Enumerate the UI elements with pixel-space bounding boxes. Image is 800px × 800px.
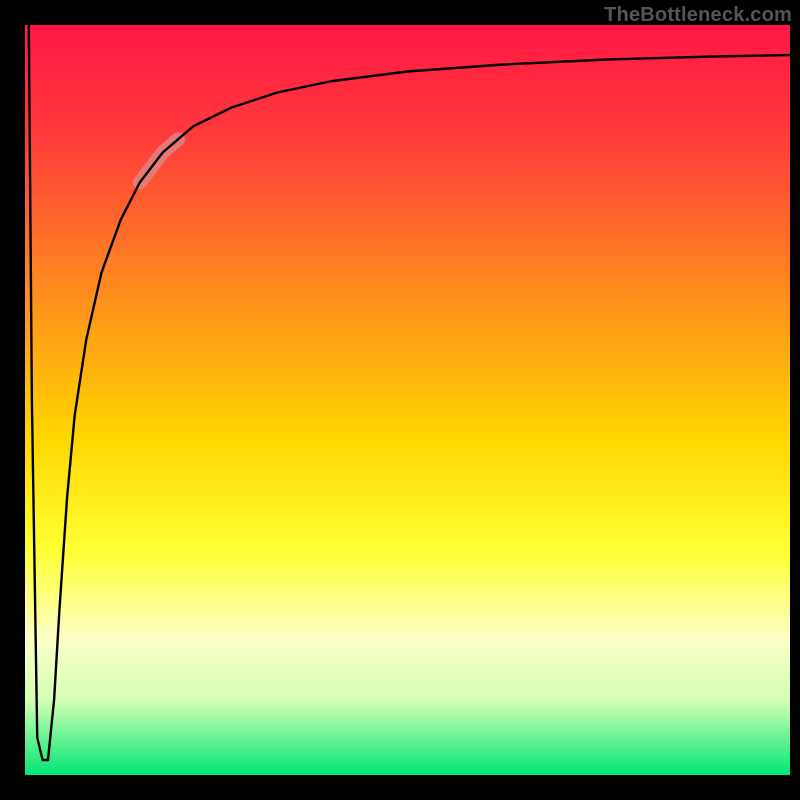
- chart-container: TheBottleneck.com: [0, 0, 800, 800]
- bottleneck-chart: [0, 0, 800, 800]
- plot-background: [25, 25, 790, 775]
- watermark-label: TheBottleneck.com: [604, 4, 792, 27]
